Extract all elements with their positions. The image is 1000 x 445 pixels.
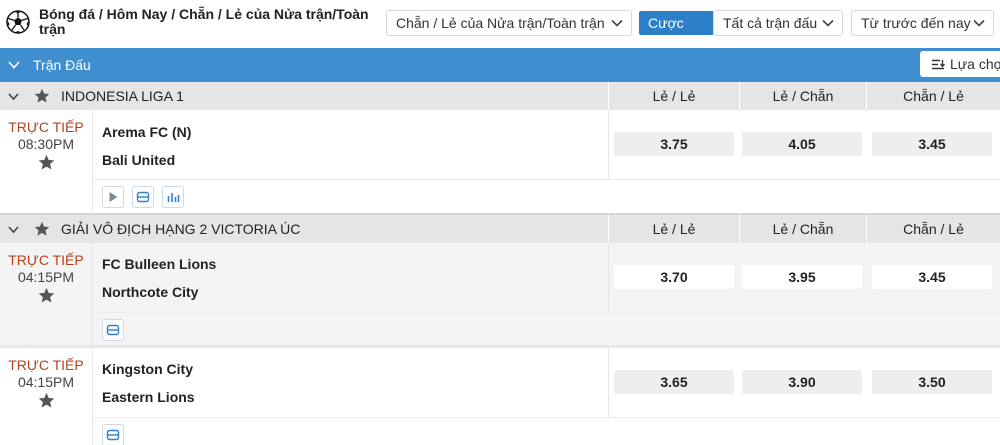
league-name: GIẢI VÔ ĐỊCH HẠNG 2 VICTORIA ÚC [61, 221, 301, 237]
favorite-star-icon[interactable] [38, 392, 55, 409]
play-icon[interactable] [102, 186, 124, 208]
match-tools [93, 417, 1000, 445]
match-time: 08:30PM [17, 136, 75, 152]
away-team[interactable]: Bali United [102, 152, 175, 168]
odds-button-odd-odd[interactable]: 3.75 [614, 132, 734, 156]
select-button[interactable]: Lựa chọn [920, 51, 1000, 77]
home-team[interactable]: FC Bulleen Lions [102, 256, 216, 272]
live-status: TRỰC TIẾP [8, 119, 84, 135]
column-header-odd-even: Lẻ / Chẵn [739, 82, 866, 110]
column-header-even-odd: Chẵn / Lẻ [866, 82, 1000, 110]
chevron-down-icon [822, 19, 834, 27]
match-row: TRỰC TIẾP 04:15PM Kingston City Eastern … [0, 348, 1000, 445]
home-team[interactable]: Arema FC (N) [102, 124, 191, 140]
favorite-star-icon[interactable] [34, 221, 50, 237]
soccer-ball-icon [6, 10, 30, 34]
matches-filter-label: Tất cả trận đấu [723, 15, 818, 31]
collapse-caret-icon[interactable] [8, 60, 20, 70]
filter-list-icon [932, 59, 946, 70]
odds-button-even-odd[interactable]: 3.45 [872, 265, 992, 289]
league-header: INDONESIA LIGA 1 Lẻ / Lẻ Lẻ / Chẵn Chẵn … [0, 82, 1000, 110]
parlay-button[interactable]: Cược Xiên [639, 11, 713, 55]
chevron-down-icon [611, 19, 623, 27]
column-header-even-odd: Chẵn / Lẻ [866, 215, 1000, 243]
collapse-caret-icon[interactable] [8, 225, 19, 234]
match-tools [93, 179, 1000, 213]
column-header-odd-odd: Lẻ / Lẻ [608, 215, 739, 243]
market-select-label: Chẵn / Lẻ của Nửa trận/Toàn trận [396, 15, 605, 31]
odds-button-even-odd[interactable]: 3.45 [872, 132, 992, 156]
odds-button-odd-even[interactable]: 3.90 [742, 370, 862, 394]
collapse-caret-icon[interactable] [8, 92, 19, 101]
favorite-star-icon[interactable] [34, 88, 50, 104]
breadcrumb: Bóng đá / Hôm Nay / Chẵn / Lẻ của Nửa tr… [39, 6, 369, 37]
match-row: TRỰC TIẾP 04:15PM FC Bulleen Lions North… [0, 243, 1000, 345]
column-divider [608, 243, 609, 313]
select-button-label: Lựa chọn [950, 56, 1000, 72]
matches-filter-select[interactable]: Tất cả trận đấu [713, 10, 843, 36]
league-header: GIẢI VÔ ĐỊCH HẠNG 2 VICTORIA ÚC Lẻ / Lẻ … [0, 213, 1000, 243]
scoreboard-icon[interactable] [102, 424, 124, 445]
league-name: INDONESIA LIGA 1 [61, 88, 184, 104]
odds-button-odd-even[interactable]: 3.95 [742, 265, 862, 289]
column-divider [608, 348, 609, 418]
home-team[interactable]: Kingston City [102, 361, 193, 377]
match-time: 04:15PM [17, 269, 75, 285]
column-divider [608, 110, 609, 180]
away-team[interactable]: Eastern Lions [102, 389, 195, 405]
match-tools [93, 312, 1000, 345]
away-team[interactable]: Northcote City [102, 284, 198, 300]
matches-section-bar: Trận Đấu Lựa chọn [0, 48, 1000, 82]
column-header-odd-odd: Lẻ / Lẻ [608, 82, 739, 110]
match-row: TRỰC TIẾP 08:30PM Arema FC (N) Bali Unit… [0, 110, 1000, 213]
favorite-star-icon[interactable] [38, 287, 55, 304]
live-status: TRỰC TIẾP [8, 252, 84, 268]
scoreboard-icon[interactable] [102, 319, 124, 341]
odds-button-odd-even[interactable]: 4.05 [742, 132, 862, 156]
column-header-odd-even: Lẻ / Chẵn [739, 215, 866, 243]
section-title: Trận Đấu [33, 57, 91, 73]
scoreboard-icon[interactable] [132, 186, 154, 208]
sort-select[interactable]: Từ trước đến nay [851, 10, 994, 36]
stats-icon[interactable] [162, 186, 184, 208]
market-select[interactable]: Chẵn / Lẻ của Nửa trận/Toàn trận [386, 10, 632, 36]
match-time: 04:15PM [17, 374, 75, 390]
odds-button-even-odd[interactable]: 3.50 [872, 370, 992, 394]
top-header: Bóng đá / Hôm Nay / Chẵn / Lẻ của Nửa tr… [0, 0, 1000, 55]
chevron-down-icon [973, 19, 985, 27]
live-status: TRỰC TIẾP [8, 357, 84, 373]
favorite-star-icon[interactable] [38, 154, 55, 171]
sort-select-label: Từ trước đến nay [861, 15, 971, 31]
odds-button-odd-odd[interactable]: 3.70 [614, 265, 734, 289]
odds-button-odd-odd[interactable]: 3.65 [614, 370, 734, 394]
